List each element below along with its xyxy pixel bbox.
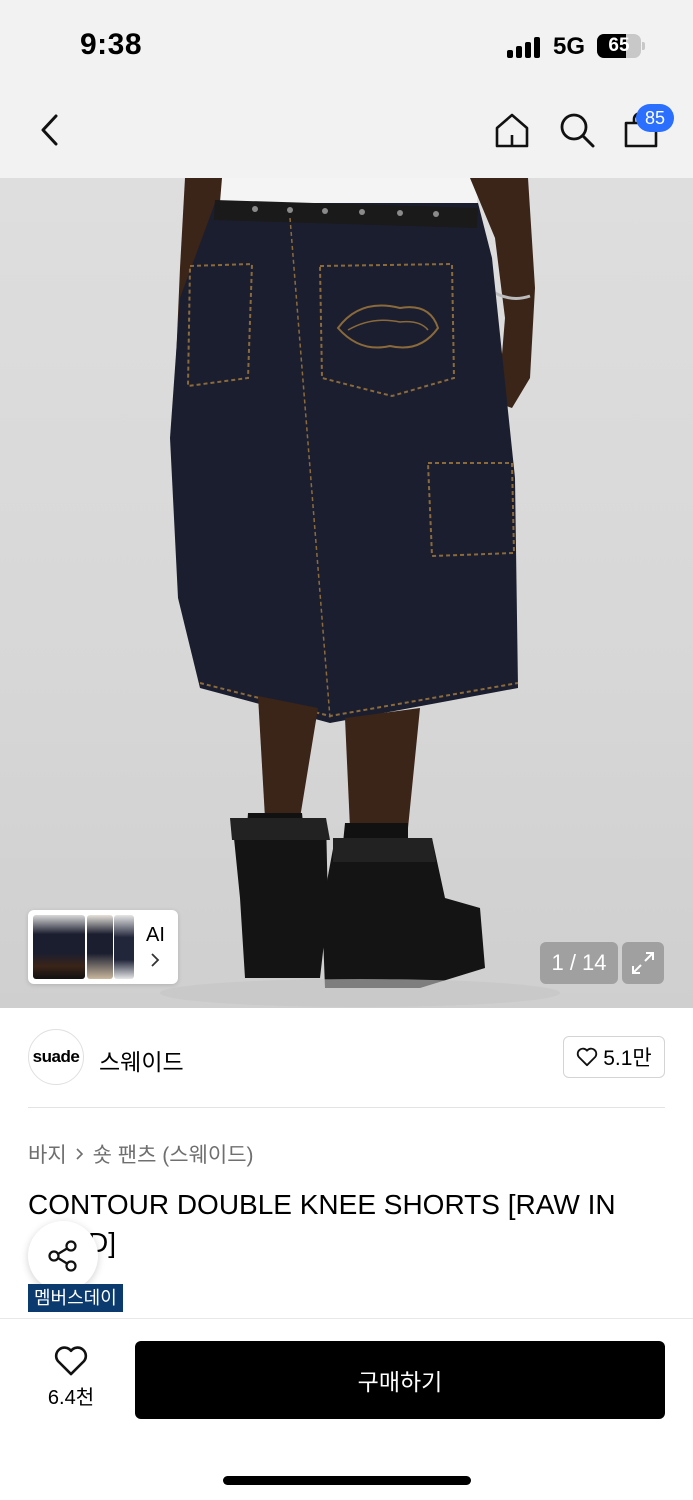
breadcrumb: 바지 숏 팬츠 (스웨이드) <box>28 1139 254 1169</box>
battery-icon: 65 <box>597 34 645 58</box>
heart-icon <box>54 1346 88 1376</box>
wishlist-count: 6.4천 <box>47 1387 95 1409</box>
bottom-action-bar: 6.4천 구매하기 <box>0 1318 693 1500</box>
product-image[interactable]: AI 1 / 14 <box>0 178 693 1008</box>
thumbnail-image <box>87 915 113 979</box>
product-title: CONTOUR DOUBLE KNEE SHORTS [RAW IN D] <box>28 1186 668 1266</box>
battery-percent: 65 <box>608 35 630 56</box>
status-time: 9:38 <box>80 28 143 61</box>
brand-like-count: 5.1만 <box>603 1047 652 1070</box>
thumbnail-image <box>114 915 134 979</box>
brand-logo[interactable]: suade <box>28 1029 84 1085</box>
share-button[interactable] <box>28 1221 98 1291</box>
home-indicator[interactable] <box>223 1476 471 1485</box>
product-title-line: D] <box>88 1227 116 1258</box>
chevron-right-icon <box>151 953 160 967</box>
divider <box>28 1107 665 1108</box>
product-title-line: CONTOUR DOUBLE KNEE SHORTS [RAW IN <box>28 1189 616 1220</box>
home-icon <box>495 113 529 148</box>
expand-button[interactable] <box>622 942 664 984</box>
top-nav-bar <box>0 90 693 178</box>
chevron-right-icon <box>76 1148 83 1160</box>
brand-like-button[interactable]: 5.1만 <box>563 1036 665 1078</box>
wishlist-button[interactable]: 6.4천 <box>28 1345 114 1415</box>
network-type: 5G <box>553 33 586 60</box>
buy-button[interactable]: 구매하기 <box>135 1341 665 1419</box>
breadcrumb-item[interactable]: 바지 <box>28 1139 67 1169</box>
back-button[interactable] <box>30 110 70 150</box>
share-icon <box>48 1240 77 1272</box>
thumbnail-image <box>33 915 85 979</box>
cart-count-badge: 85 <box>636 104 674 132</box>
chevron-left-icon <box>41 114 58 146</box>
brand-logo-text: suade <box>32 1047 80 1066</box>
ai-thumbnail-strip[interactable]: AI <box>28 910 178 984</box>
brand-name[interactable]: 스웨이드 <box>99 1043 184 1077</box>
search-icon <box>560 113 595 148</box>
status-bar: 9:38 5G 65 <box>0 0 693 90</box>
expand-icon <box>632 952 654 974</box>
signal-icon <box>507 36 543 58</box>
breadcrumb-item[interactable]: 숏 팬츠 (스웨이드) <box>93 1139 254 1169</box>
image-page-counter: 1 / 14 <box>540 942 618 984</box>
heart-icon <box>577 1047 598 1067</box>
product-photo <box>160 178 560 1007</box>
ai-label: AI <box>146 924 165 946</box>
home-button[interactable] <box>490 108 534 152</box>
search-button[interactable] <box>555 108 599 152</box>
members-day-badge: 멤버스데이 <box>28 1284 123 1312</box>
